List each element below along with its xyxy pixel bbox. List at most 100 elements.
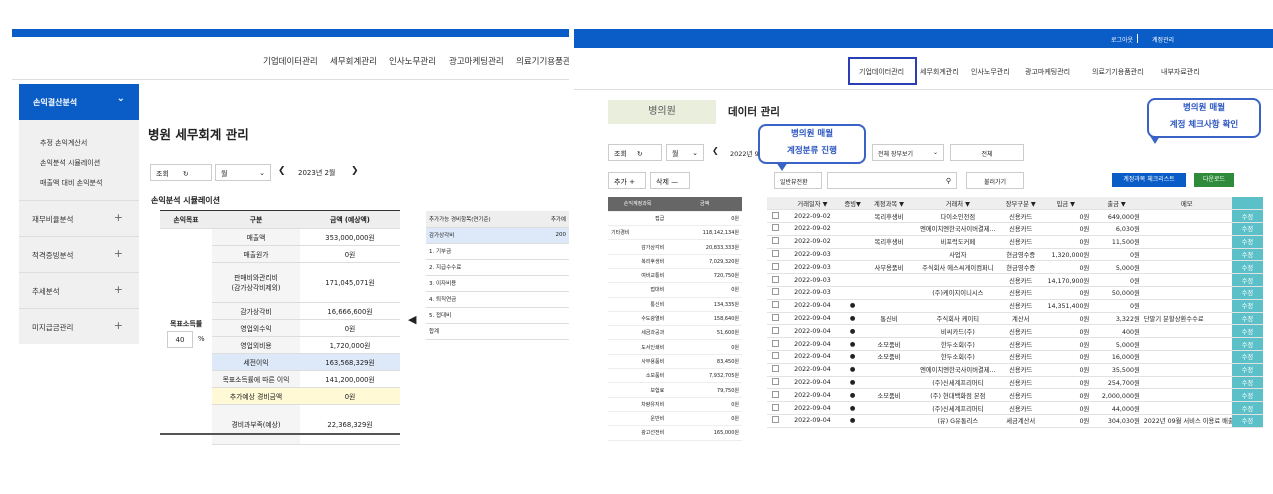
sidebar-sub-item[interactable]: 추정 손익계산서 [40, 138, 87, 148]
edit-button[interactable]: 수정 [1231, 324, 1263, 339]
edit-button[interactable]: 수정 [1231, 286, 1263, 300]
checklist-button[interactable]: 계정과목 체크리스트 [1112, 173, 1186, 187]
load-button[interactable]: 불러가기 [966, 172, 1024, 189]
col-header[interactable]: 입금 ▼ [1040, 197, 1092, 211]
col-header[interactable]: 계정과목 ▼ [863, 197, 915, 211]
row-checkbox[interactable] [771, 224, 779, 232]
row-checkbox[interactable] [771, 365, 779, 373]
edit-button[interactable]: 수정 [1231, 337, 1263, 352]
cell: 소모품비 [863, 350, 915, 364]
table-row[interactable]: 2022-09-03 사무용품비 주식회사 에스씨게이컴퍼니 현금영수증 0원 5,000… [767, 260, 1263, 275]
delete-button[interactable]: 삭제 — [650, 172, 690, 189]
table-row[interactable]: 2022-09-04 ● 엔에이치엔한국사이버결제... 신용카드 0원 35,500원 수… [767, 363, 1263, 377]
sidebar-item-payable[interactable]: 미지급금관리 + [19, 308, 139, 344]
row-checkbox[interactable] [771, 378, 779, 386]
table-row[interactable]: 2022-09-04 ● 비씨카드(주) 신용카드 0원 400원 수정 [767, 324, 1263, 339]
query-button[interactable]: 조회 ↻ [608, 144, 662, 161]
col-header[interactable]: 출금 ▼ [1091, 197, 1142, 211]
nav-item-marketing[interactable]: 광고마케팅관리 [449, 55, 504, 67]
row-checkbox[interactable] [771, 339, 779, 347]
col-header[interactable]: 거래처 ▼ [914, 197, 1002, 211]
row-checkbox[interactable] [771, 314, 779, 322]
row-checkbox[interactable] [771, 262, 779, 270]
table-row[interactable]: 2022-09-03 (주)케이지이니시스 신용카드 0원 50,000원 수정 [767, 286, 1263, 300]
voucher-select[interactable]: 전체 장부보기 ⌄ [872, 144, 944, 161]
nav-item-internal[interactable]: 내부자료관리 [1161, 67, 1200, 77]
view-toggle-button[interactable]: 일반뷰전환 [774, 172, 822, 189]
row-checkbox[interactable] [771, 211, 779, 219]
nav-item-medical[interactable]: 의료기기용품관리 [516, 55, 569, 67]
period-select[interactable]: 월 ⌄ [215, 164, 271, 181]
table-row[interactable]: 2022-09-04 ● (주)신세계프리머티 신용카드 0원 254,700원 수정 [767, 376, 1263, 390]
nav-item-tax[interactable]: 세무회계관리 [330, 55, 377, 67]
edit-button[interactable]: 수정 [1231, 401, 1263, 416]
edit-button[interactable]: 수정 [1231, 248, 1263, 262]
table-row[interactable]: 2022-09-02 엔에이치엔한국사이버결제... 신용카드 0원 6,030원 수정 [767, 222, 1263, 236]
edit-button[interactable]: 수정 [1231, 273, 1263, 288]
row-checkbox[interactable] [771, 250, 779, 258]
col-header[interactable]: 증빙▼ [841, 197, 864, 211]
table-row[interactable]: 2022-09-04 ● 신용카드 14,351,400원 0원 수정 [767, 299, 1263, 313]
table-row[interactable]: 2022-09-04 ● 통신비 주식회사 케이티 계산서 0원 3,322원 단말기 분할상… [767, 312, 1263, 326]
table-row[interactable]: 2022-09-03 사업자 현금영수증 1,320,000원 0원 수정 [767, 248, 1263, 262]
row-checkbox[interactable] [771, 390, 779, 398]
sidebar-sub-item[interactable]: 손익분석 시뮬레이션 [40, 158, 100, 168]
sidebar-active-menu[interactable]: 손익결산분석 ⌄ [19, 84, 139, 120]
table-row[interactable]: 2022-09-04 ● 소모품비 한두소회(주) 신용카드 0원 5,000원 수정 [767, 337, 1263, 352]
edit-button[interactable]: 수정 [1231, 414, 1263, 428]
col-header[interactable]: 장부구분 ▼ [1001, 197, 1041, 211]
search-input[interactable]: ⚲ [827, 172, 957, 189]
edit-button[interactable]: 수정 [1231, 222, 1263, 236]
row-checkbox[interactable] [771, 237, 779, 245]
table-row[interactable]: 2022-09-04 ● (유) G유통리스 세금계산서 0원 304,030원 2022년… [767, 414, 1263, 428]
account-amount: 165,000원 [667, 425, 742, 441]
row-checkbox[interactable] [771, 275, 779, 283]
table-row[interactable]: 2022-09-04 ● 소모품비 한두소회(주) 신용카드 0원 16,000원 수정 [767, 350, 1263, 364]
nav-item-tax[interactable]: 세무회계관리 [920, 67, 959, 77]
row-checkbox[interactable] [771, 301, 779, 309]
row-checkbox[interactable] [771, 352, 779, 360]
nav-item-corp-data[interactable]: 기업데이터관리 [263, 55, 318, 67]
logout-link[interactable]: 로그아웃 [1111, 35, 1133, 44]
add-button[interactable]: 추가 + [608, 172, 646, 189]
prev-month-icon[interactable]: ❮ [712, 146, 719, 155]
table-row[interactable]: 2022-09-04 ● 소모품비 (주) 현대백화점 본점 신용카드 0원 2,000,0… [767, 388, 1263, 403]
edit-button[interactable]: 수정 [1231, 260, 1263, 275]
nav-item-medical[interactable]: 의료기기용품관리 [1092, 67, 1144, 77]
edit-button[interactable]: 수정 [1231, 209, 1263, 224]
nav-item-marketing[interactable]: 광고마케팅관리 [1025, 67, 1070, 77]
all-filter[interactable]: 전체 [950, 144, 1024, 161]
edit-button[interactable]: 수정 [1231, 363, 1263, 377]
sidebar-item-ratio[interactable]: 재무비율분석 + [19, 200, 139, 236]
table-row[interactable]: 2022-09-02 복리후생비 다이소인천점 신용카드 0원 649,000원 수정 [767, 209, 1263, 224]
edit-button[interactable]: 수정 [1231, 350, 1263, 364]
sidebar-item-trend[interactable]: 추세분석 + [19, 272, 139, 308]
sidebar-item-evidence[interactable]: 적격증빙분석 + [19, 236, 139, 272]
period-select[interactable]: 월 ⌄ [666, 144, 704, 161]
edit-button[interactable]: 수정 [1231, 388, 1263, 403]
row-checkbox[interactable] [771, 288, 779, 296]
account-link[interactable]: 계정관리 [1152, 35, 1174, 44]
edit-button[interactable]: 수정 [1231, 299, 1263, 313]
table-row[interactable]: 2022-09-04 ● (주)신세계프리머티 신용카드 0원 44,000원 수정 [767, 401, 1263, 416]
col-header[interactable]: 메모 [1141, 197, 1232, 211]
query-button[interactable]: 조회 ↻ [150, 164, 212, 181]
download-button[interactable]: 다운로드 [1194, 173, 1234, 187]
row-checkbox[interactable] [771, 326, 779, 334]
edit-button[interactable]: 수정 [1231, 312, 1263, 326]
edit-button[interactable]: 수정 [1231, 235, 1263, 249]
nav-item-hr[interactable]: 인사노무관리 [971, 67, 1010, 77]
table-row[interactable]: 2022-09-03 신용카드 14,170,900원 0원 수정 [767, 273, 1263, 288]
next-month-icon[interactable]: ❯ [351, 166, 359, 176]
prev-month-icon[interactable]: ❮ [278, 166, 286, 176]
nav-item-hr[interactable]: 인사노무관리 [389, 55, 436, 67]
row-checkbox[interactable] [771, 416, 779, 424]
col-header[interactable]: 거래일자 ▼ [783, 197, 842, 211]
col-header[interactable] [1231, 197, 1263, 211]
nav-item-corp-data[interactable]: 기업데이터관리 [859, 67, 904, 77]
sidebar-sub-item[interactable]: 매출액 대비 손익분석 [40, 178, 102, 188]
edit-button[interactable]: 수정 [1231, 376, 1263, 390]
row-checkbox[interactable] [771, 403, 779, 411]
target-input[interactable]: 40 [167, 331, 193, 348]
table-row[interactable]: 2022-09-02 복리후생비 비포럭도커페 신용카드 0원 11,500원 수정 [767, 235, 1263, 249]
